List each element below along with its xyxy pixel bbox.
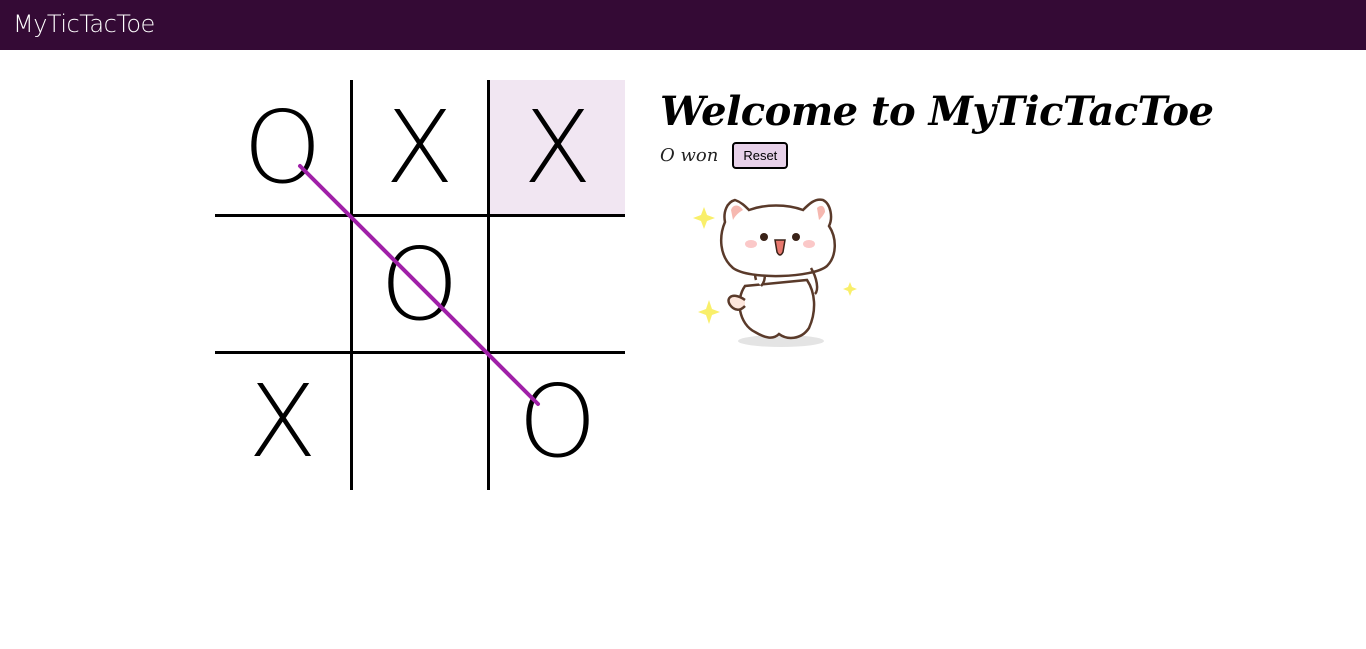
grid-line-vertical bbox=[350, 80, 353, 490]
grid-line-horizontal bbox=[215, 214, 625, 217]
brand-title[interactable]: MyTicTacToe bbox=[13, 10, 155, 38]
board-cell[interactable] bbox=[352, 354, 487, 489]
grid-line-horizontal bbox=[215, 351, 625, 354]
info-panel: Welcome to MyTicTacToe O won Reset bbox=[660, 88, 1214, 169]
status-row: O won Reset bbox=[660, 142, 789, 169]
board-cell[interactable]: O bbox=[352, 217, 487, 352]
board-cell[interactable] bbox=[490, 217, 625, 352]
page-title: Welcome to MyTicTacToe bbox=[660, 88, 1214, 135]
board-cell[interactable]: X bbox=[352, 80, 487, 215]
game-status: O won bbox=[660, 145, 719, 166]
reset-button[interactable]: Reset bbox=[732, 142, 789, 169]
game-board: O X X O X O bbox=[215, 80, 625, 490]
board-cell[interactable] bbox=[215, 217, 350, 352]
board-cell-highlighted[interactable]: X bbox=[490, 80, 625, 215]
board-cell[interactable]: O bbox=[215, 80, 350, 215]
board-cell[interactable]: O bbox=[490, 354, 625, 489]
board-cell[interactable]: X bbox=[215, 354, 350, 489]
grid-line-vertical bbox=[487, 80, 490, 490]
navbar: MyTicTacToe bbox=[0, 0, 1366, 50]
cat-sticker-icon bbox=[693, 198, 857, 347]
